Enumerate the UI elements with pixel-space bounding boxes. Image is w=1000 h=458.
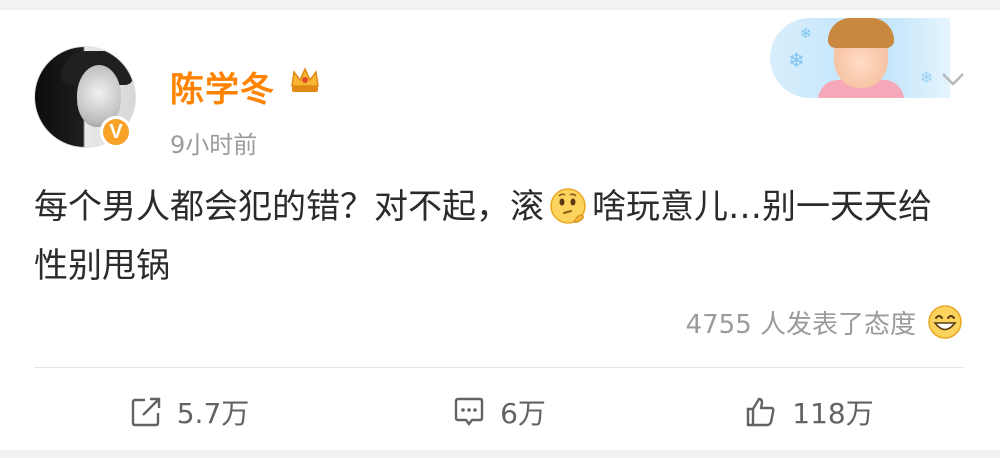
repost-count: 5.7万 <box>176 397 250 430</box>
reactions-summary[interactable]: 4755 人发表了态度 <box>686 303 964 341</box>
weibo-post-card: V 陈学冬 9小时前 ❄ ❄ ❄ 每个男人都会犯的错？对不起，滚 啥玩意儿…别一… <box>0 10 1000 450</box>
post-text-part1: 每个男人都会犯的错？对不起，滚 <box>34 187 544 227</box>
divider <box>34 367 964 368</box>
repost-icon <box>131 397 160 427</box>
fan-banner[interactable]: ❄ ❄ ❄ <box>770 18 950 98</box>
thinking-face-icon <box>550 188 586 224</box>
action-bar: 5.7万 6万 118万 <box>34 378 964 446</box>
comment-icon <box>454 397 484 426</box>
avatar[interactable]: V <box>34 46 136 148</box>
repost-button[interactable]: 5.7万 <box>34 378 344 446</box>
comment-button[interactable]: 6万 <box>344 378 654 446</box>
like-count: 118万 <box>792 397 874 430</box>
comment-count: 6万 <box>500 397 546 430</box>
crown-icon <box>291 67 319 92</box>
verified-badge-icon: V <box>100 116 132 148</box>
reactions-text: 4755 人发表了态度 <box>685 309 916 340</box>
chevron-down-icon[interactable] <box>940 66 966 92</box>
thumbs-up-icon <box>747 397 775 427</box>
like-button[interactable]: 118万 <box>654 378 964 446</box>
grinning-face-icon <box>928 305 962 339</box>
username[interactable]: 陈学冬 <box>170 62 275 111</box>
post-text: 每个男人都会犯的错？对不起，滚 啥玩意儿…别一天天给性别甩锅 <box>34 178 964 296</box>
post-time: 9小时前 <box>170 131 258 159</box>
